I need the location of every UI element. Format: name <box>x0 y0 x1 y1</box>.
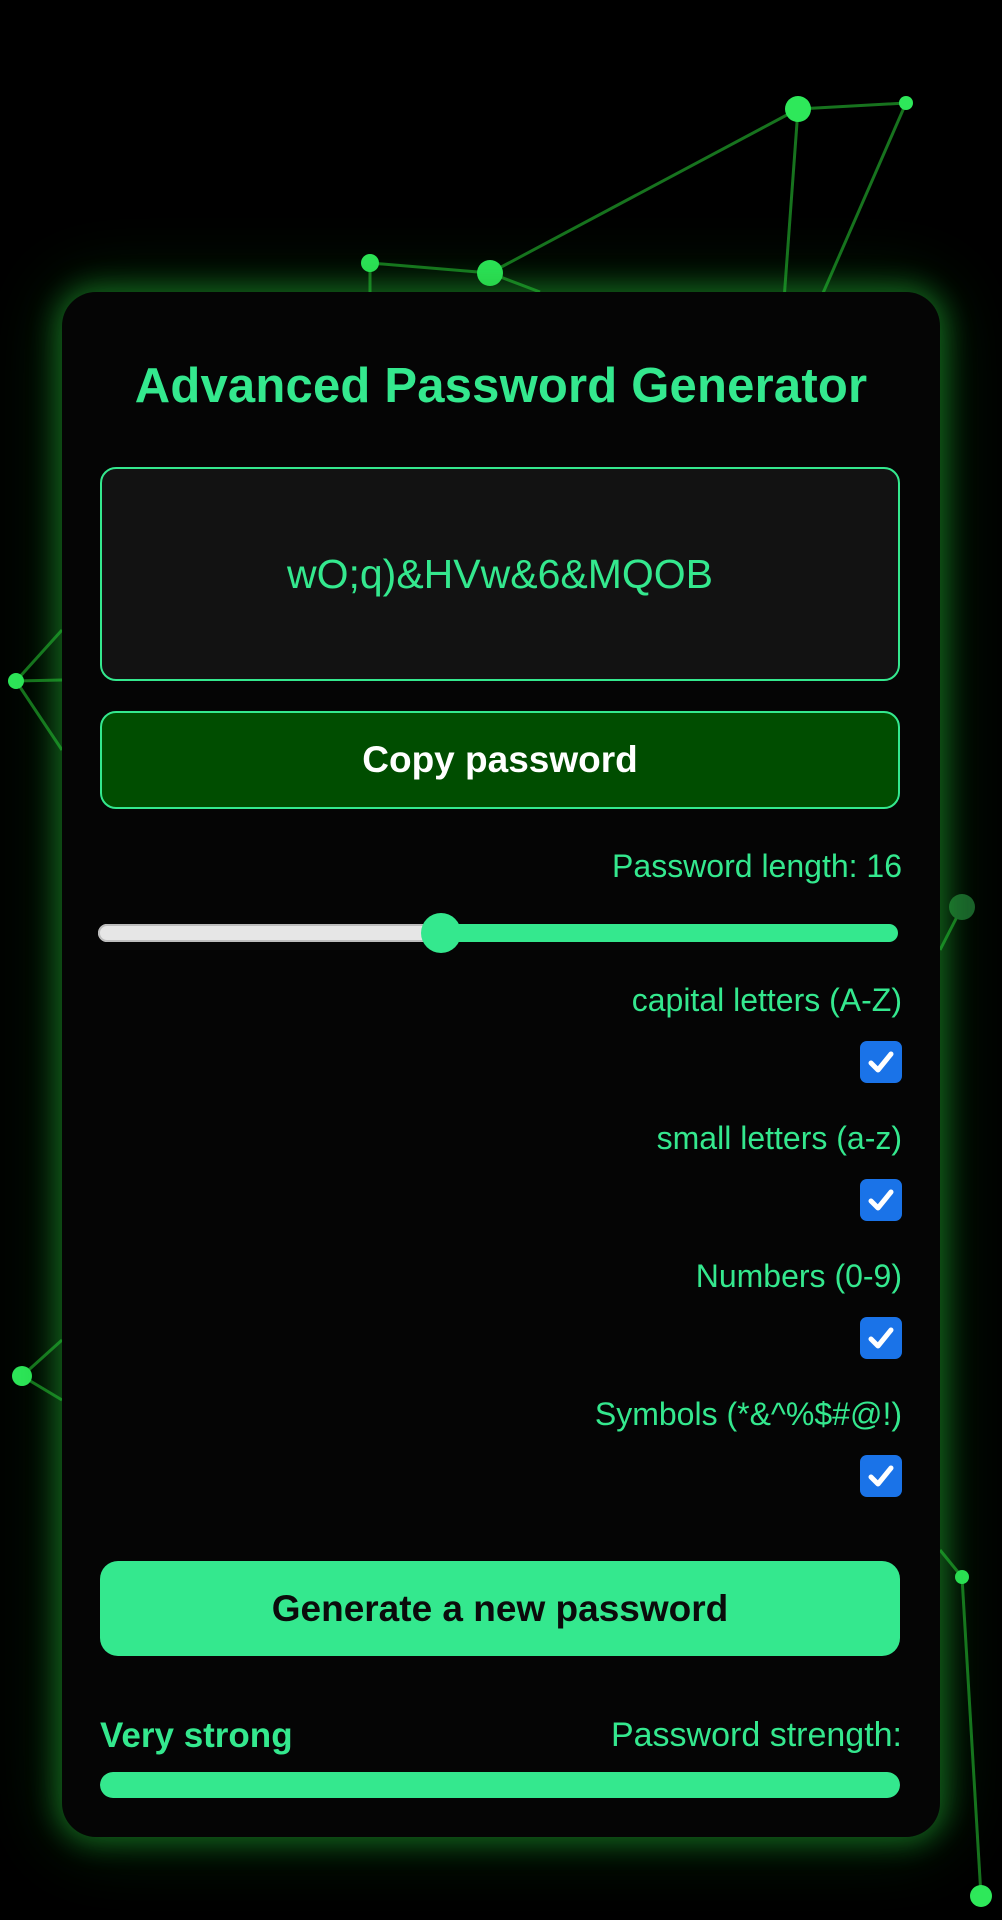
option-label-small: small letters (a-z) <box>656 1120 902 1156</box>
checkbox-capital[interactable] <box>860 1041 902 1083</box>
page-title: Advanced Password Generator <box>134 359 868 413</box>
option-label-capital: capital letters (A-Z) <box>631 982 902 1018</box>
slider-thumb[interactable] <box>421 913 461 953</box>
strength-meter-fill <box>100 1772 900 1798</box>
checkbox-numbers[interactable] <box>860 1317 902 1359</box>
checkmark-icon <box>868 1051 894 1073</box>
checkmark-icon <box>868 1465 894 1487</box>
password-length-label: Password length: 16 <box>612 848 902 884</box>
password-display[interactable]: wO;q)&HVw&6&MQOB <box>100 467 900 681</box>
option-label-symbols: Symbols (*&^%$#@!) <box>594 1396 902 1432</box>
strength-value: Very strong <box>100 1716 293 1755</box>
strength-label: Password strength: <box>610 1716 902 1754</box>
checkbox-small[interactable] <box>860 1179 902 1221</box>
password-length-slider[interactable] <box>98 910 898 956</box>
slider-track-unfilled <box>98 924 441 942</box>
copy-password-button[interactable]: Copy password <box>100 711 900 809</box>
option-label-numbers: Numbers (0-9) <box>695 1258 902 1294</box>
checkmark-icon <box>868 1327 894 1349</box>
slider-track-filled <box>441 924 898 942</box>
generate-password-button[interactable]: Generate a new password <box>100 1561 900 1656</box>
password-text: wO;q)&HVw&6&MQOB <box>286 550 714 597</box>
strength-meter <box>100 1772 900 1798</box>
checkmark-icon <box>868 1189 894 1211</box>
generator-card: Advanced Password Generator wO;q)&HVw&6&… <box>62 292 940 1837</box>
app-screen: Advanced Password Generator wO;q)&HVw&6&… <box>0 0 1002 1920</box>
checkbox-symbols[interactable] <box>860 1455 902 1497</box>
